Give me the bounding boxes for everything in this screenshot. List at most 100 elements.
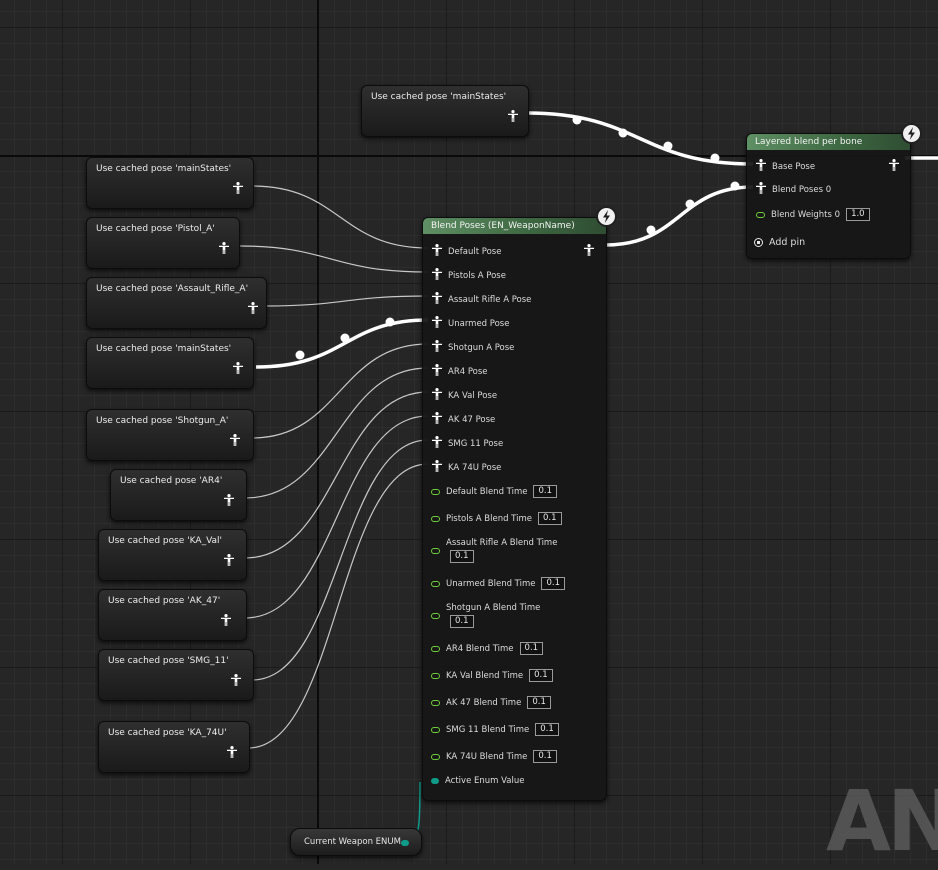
blend-time-input[interactable]: 0.1 — [537, 512, 562, 525]
layered-blend-node[interactable]: Layered blend per bone Base Pose Blend P… — [746, 133, 911, 259]
cached-pose-node[interactable]: Use cached pose 'AR4' — [110, 469, 247, 521]
cached-pose-node[interactable]: Use cached pose 'mainStates' — [361, 85, 529, 137]
pose-pin-icon[interactable] — [230, 434, 240, 446]
blend-weights-pin[interactable]: Blend Weights 0 1.0 — [756, 208, 870, 221]
blend-time-pin[interactable]: KA 74U Blend Time 0.1 — [431, 750, 557, 763]
pose-pin-icon[interactable] — [584, 244, 594, 259]
float-pin-icon[interactable] — [431, 612, 440, 619]
float-pin-icon[interactable] — [431, 488, 440, 495]
cached-pose-node[interactable]: Use cached pose 'Pistol_A' — [86, 217, 240, 269]
pose-pin-icon[interactable] — [432, 340, 442, 355]
float-pin-icon[interactable] — [431, 515, 440, 522]
enum-pin-icon[interactable] — [431, 778, 439, 784]
assault-rifle-pose-pin[interactable]: Assault Rifle A Pose — [432, 292, 531, 307]
blend-time-input[interactable]: 0.1 — [529, 669, 553, 682]
pose-pin-icon[interactable] — [432, 268, 442, 283]
wire-shotgun[interactable] — [251, 343, 429, 439]
active-enum-pin[interactable]: Active Enum Value — [431, 776, 524, 786]
wire-pistol[interactable] — [239, 245, 429, 273]
smg11-pose-pin[interactable]: SMG 11 Pose — [432, 436, 503, 451]
blend-time-pin[interactable]: KA Val Blend Time 0.1 — [431, 669, 553, 682]
wire-blend-pose-0[interactable] — [605, 185, 754, 247]
wire-ar4[interactable] — [244, 367, 429, 499]
pose-pin-icon[interactable] — [508, 110, 518, 122]
wire-assault-rifle[interactable] — [264, 295, 429, 307]
blend-time-input[interactable]: 0.1 — [533, 485, 557, 498]
blend-time-input[interactable]: 0.1 — [541, 577, 566, 590]
wire-ak47[interactable] — [244, 415, 429, 619]
blend-time-pin[interactable]: Assault Rifle A Blend Time 0.1 — [431, 538, 557, 563]
blend-poses-node[interactable]: Blend Poses (EN_WeaponName) Default Pose… — [422, 217, 607, 801]
node-title: Use cached pose 'mainStates' — [96, 164, 232, 174]
pose-pin-icon[interactable] — [432, 460, 442, 475]
pose-pin-icon[interactable] — [432, 316, 442, 331]
float-pin-icon[interactable] — [431, 645, 440, 652]
current-weapon-enum-node[interactable]: Current Weapon ENUM — [290, 828, 422, 856]
pose-pin-icon[interactable] — [221, 614, 231, 626]
cached-pose-node[interactable]: Use cached pose 'KA_Val' — [98, 529, 247, 581]
float-pin-icon[interactable] — [756, 211, 765, 218]
ak47-pose-pin[interactable]: AK 47 Pose — [432, 412, 495, 427]
shotgun-pose-pin[interactable]: Shotgun A Pose — [432, 340, 514, 355]
cached-pose-node[interactable]: Use cached pose 'Shotgun_A' — [86, 409, 254, 461]
blend-time-pin[interactable]: Shotgun A Blend Time 0.1 — [431, 603, 540, 628]
pistols-pose-pin[interactable]: Pistols A Pose — [432, 268, 506, 283]
pose-pin-icon[interactable] — [756, 159, 766, 174]
pose-pin-icon[interactable] — [233, 362, 243, 374]
blend-time-pin[interactable]: Unarmed Blend Time 0.1 — [431, 577, 566, 590]
wire-unarmed[interactable] — [255, 318, 429, 369]
float-pin-icon[interactable] — [431, 547, 440, 554]
pose-pin-icon[interactable] — [224, 554, 234, 566]
wire-default[interactable] — [251, 185, 429, 249]
pose-pin-icon[interactable] — [233, 182, 243, 194]
blend-time-input[interactable]: 0.1 — [535, 723, 559, 736]
blend-time-pin[interactable]: SMG 11 Blend Time 0.1 — [431, 723, 559, 736]
float-pin-icon[interactable] — [431, 580, 440, 587]
blend-time-pin[interactable]: AK 47 Blend Time 0.1 — [431, 696, 551, 709]
pose-pin-icon[interactable] — [889, 159, 899, 174]
blend-time-pin[interactable]: Default Blend Time 0.1 — [431, 485, 557, 498]
pin-label: AK 47 Pose — [448, 414, 496, 425]
blend-time-input[interactable]: 0.1 — [450, 615, 474, 628]
default-pose-pin[interactable]: Default Pose — [432, 244, 501, 259]
ar4-pose-pin[interactable]: AR4 Pose — [432, 364, 488, 379]
pose-pin-icon[interactable] — [432, 364, 442, 379]
pose-pin-icon[interactable] — [224, 494, 234, 506]
cached-pose-node[interactable]: Use cached pose 'mainStates' — [86, 157, 254, 209]
blend-time-pin[interactable]: Pistols A Blend Time 0.1 — [431, 512, 562, 525]
wire-smg11[interactable] — [251, 439, 429, 681]
pose-pin-icon[interactable] — [227, 746, 237, 758]
blend-time-pin[interactable]: AR4 Blend Time 0.1 — [431, 642, 544, 655]
add-pin-button[interactable]: Add pin — [754, 237, 805, 248]
blend-weight-input[interactable]: 1.0 — [846, 208, 870, 221]
pose-pin-icon[interactable] — [432, 292, 442, 307]
blend-time-input[interactable]: 0.1 — [527, 696, 551, 709]
blend-time-input[interactable]: 0.1 — [533, 750, 557, 763]
float-pin-icon[interactable] — [431, 672, 440, 679]
ka74u-pose-pin[interactable]: KA 74U Pose — [432, 460, 501, 475]
pose-pin-icon[interactable] — [219, 242, 229, 254]
pose-pin-icon[interactable] — [432, 412, 442, 427]
float-pin-icon[interactable] — [431, 699, 440, 706]
base-pose-pin[interactable]: Base Pose — [756, 159, 815, 174]
cached-pose-node[interactable]: Use cached pose 'KA_74U' — [98, 721, 250, 773]
wire-ka74u[interactable] — [247, 463, 429, 749]
pose-pin-icon[interactable] — [432, 436, 442, 451]
pose-pin-icon[interactable] — [432, 244, 442, 259]
cached-pose-node[interactable]: Use cached pose 'AK_47' — [98, 589, 247, 641]
float-pin-icon[interactable] — [431, 753, 440, 760]
pose-pin-icon[interactable] — [756, 182, 766, 197]
cached-pose-node[interactable]: Use cached pose 'mainStates' — [86, 337, 254, 389]
pose-pin-icon[interactable] — [432, 388, 442, 403]
blend-time-input[interactable]: 0.1 — [519, 642, 544, 655]
kaval-pose-pin[interactable]: KA Val Pose — [432, 388, 497, 403]
cached-pose-node[interactable]: Use cached pose 'Assault_Rifle_A' — [86, 277, 267, 329]
blend-poses-pin[interactable]: Blend Poses 0 — [756, 182, 831, 197]
pose-pin-icon[interactable] — [231, 674, 241, 686]
enum-pin-icon[interactable] — [401, 840, 409, 846]
pose-pin-icon[interactable] — [248, 302, 258, 314]
float-pin-icon[interactable] — [431, 726, 440, 733]
unarmed-pose-pin[interactable]: Unarmed Pose — [432, 316, 509, 331]
cached-pose-node[interactable]: Use cached pose 'SMG_11' — [98, 649, 254, 701]
blend-time-input[interactable]: 0.1 — [450, 550, 474, 563]
